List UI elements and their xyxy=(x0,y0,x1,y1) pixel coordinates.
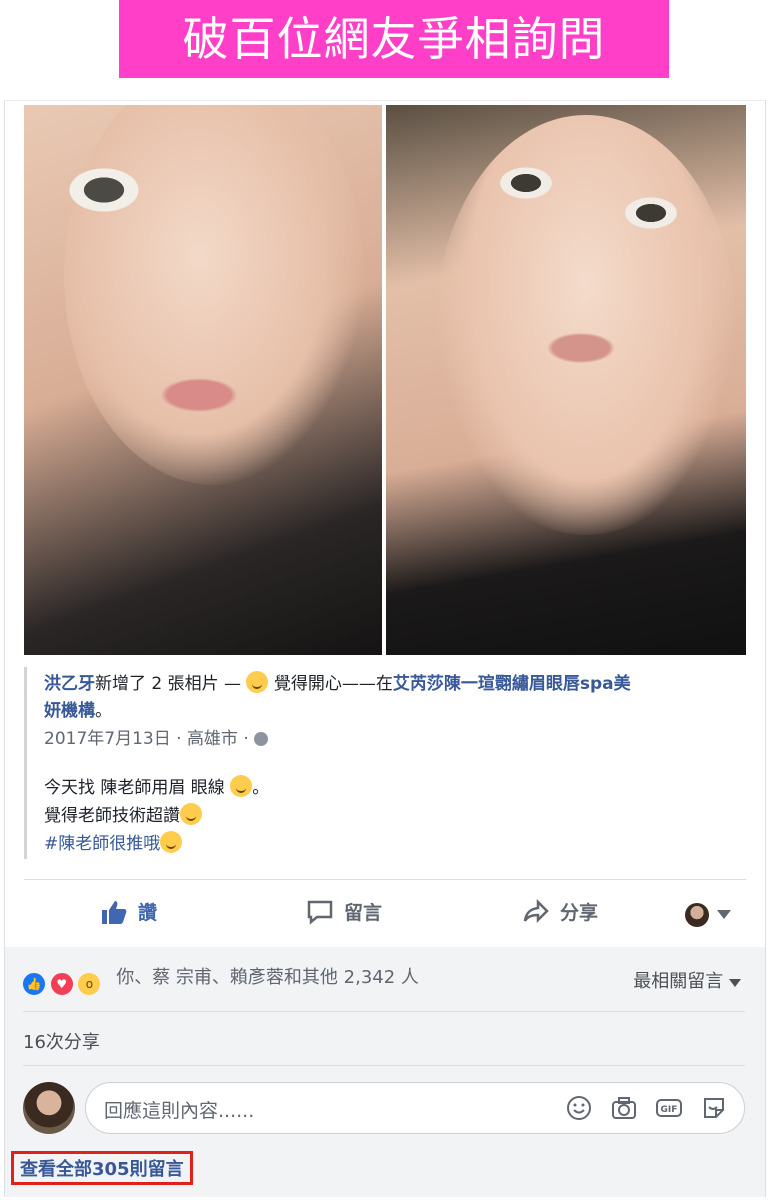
reactions-text: 你、蔡 宗甫、賴彥蓉和其他 2,342 人 xyxy=(116,967,419,988)
post-photo-1[interactable] xyxy=(24,105,382,655)
feeling-text: 覺得開心——在 xyxy=(273,674,393,694)
gif-icon[interactable]: GIF xyxy=(656,1095,682,1121)
smile-emoji-icon xyxy=(246,671,269,693)
comment-button[interactable]: 留言 xyxy=(306,881,382,945)
like-button[interactable]: 讚 xyxy=(100,881,157,945)
added-photos-text: 新增了 2 張相片 — xyxy=(95,674,242,694)
avatar[interactable] xyxy=(23,1082,75,1134)
author-link[interactable]: 洪乙牙 xyxy=(44,674,95,694)
post-date[interactable]: 2017年7月13日 xyxy=(44,729,171,749)
camera-icon[interactable] xyxy=(611,1095,637,1121)
place-end: 。 xyxy=(95,701,112,721)
sticker-icon[interactable] xyxy=(701,1095,727,1121)
place-link-cont[interactable]: 妍機構 xyxy=(44,701,95,721)
post-photo-2[interactable] xyxy=(386,105,746,655)
photo-grid xyxy=(24,105,746,655)
body-line-2: 覺得老師技術超讚 xyxy=(44,806,180,826)
chevron-down-icon[interactable] xyxy=(717,910,731,919)
share-arrow-icon xyxy=(523,898,549,924)
banner-title: 破百位網友爭相詢問 xyxy=(119,0,669,78)
love-reaction-icon: ♥ xyxy=(48,971,75,997)
post-text-block: 洪乙牙新增了 2 張相片 — 覺得開心——在艾芮莎陳一瑄翾繡眉眼唇spa美 妍機… xyxy=(24,667,747,859)
thumbs-up-icon xyxy=(102,901,127,924)
like-reaction-icon: 👍 xyxy=(21,971,47,997)
shares-count[interactable]: 16次分享 xyxy=(23,1028,100,1054)
place-link[interactable]: 艾芮莎陳一瑄翾繡眉眼唇spa美 xyxy=(393,674,631,694)
view-all-comments-link[interactable]: 查看全部305則留言 xyxy=(11,1151,193,1185)
divider xyxy=(23,1065,745,1066)
action-bar: 讚 留言 分享 xyxy=(24,881,746,945)
comment-input[interactable]: 回應這則內容...... GIF xyxy=(85,1082,745,1134)
reactions-summary[interactable]: 👍 ♥ o 你、蔡 宗甫、賴彥蓉和其他 2,342 人 xyxy=(21,963,419,997)
grin-emoji-icon xyxy=(230,775,253,797)
emoji-icon[interactable] xyxy=(566,1095,592,1121)
heart-eyes-emoji-icon xyxy=(180,803,202,825)
sort-comments-dropdown[interactable]: 最相關留言 xyxy=(633,967,741,993)
comment-icon xyxy=(307,900,333,925)
hashtag-link[interactable]: #陳老師很推哦 xyxy=(44,834,160,854)
divider xyxy=(24,879,746,880)
share-as-avatar[interactable] xyxy=(685,903,709,927)
divider xyxy=(23,1011,745,1012)
share-button[interactable]: 分享 xyxy=(522,881,598,945)
post-city[interactable]: 高雄市 xyxy=(187,729,238,749)
wink-emoji-icon xyxy=(160,831,183,853)
chevron-down-icon xyxy=(729,979,741,987)
body-line-1: 今天找 陳老師用眉 眼線 xyxy=(44,778,225,798)
comment-placeholder: 回應這則內容...... xyxy=(104,1100,255,1122)
globe-icon xyxy=(254,732,269,746)
facebook-post-card: 洪乙牙新增了 2 張相片 — 覺得開心——在艾芮莎陳一瑄翾繡眉眼唇spa美 妍機… xyxy=(4,100,766,1197)
svg-text:GIF: GIF xyxy=(661,1105,678,1115)
